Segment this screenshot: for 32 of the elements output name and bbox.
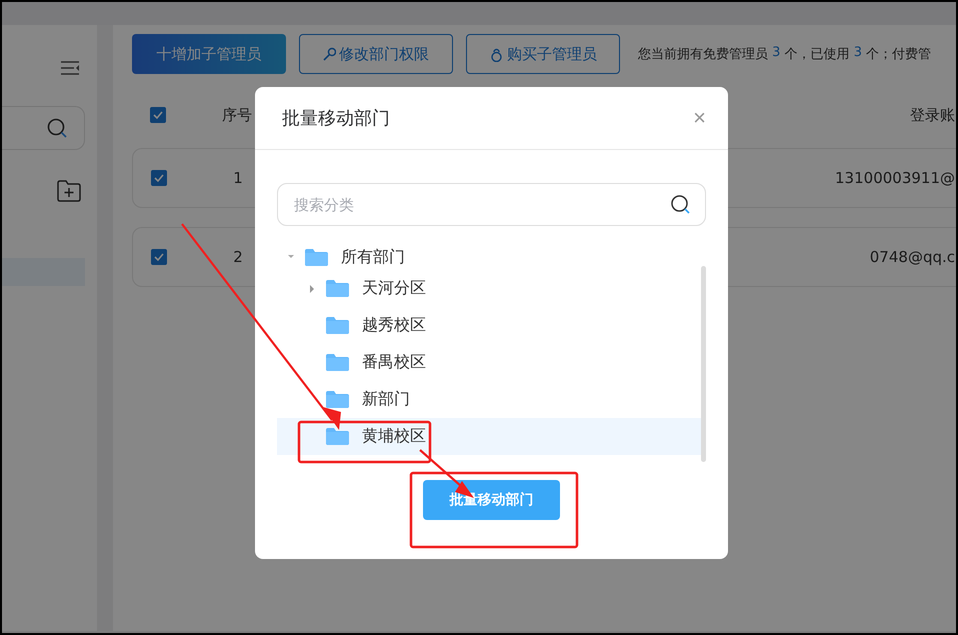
tree-item[interactable]: 越秀校区 — [277, 307, 701, 344]
search-field[interactable]: 搜索分类 — [277, 183, 706, 226]
scrollbar[interactable] — [701, 266, 706, 462]
search-icon — [671, 195, 690, 214]
quota-notice: 您当前拥有免费管理员 3 个，已使用 3 个；付费管 — [638, 45, 932, 63]
tree-item[interactable]: 黄埔校区 — [277, 418, 701, 455]
column-header: 序号 — [222, 106, 252, 124]
folder-icon — [326, 280, 349, 297]
caret-icon[interactable] — [308, 284, 316, 294]
tree-item[interactable]: 新部门 — [277, 381, 701, 418]
checkbox[interactable] — [151, 249, 167, 265]
table-cell: 13100003911@ — [835, 169, 956, 187]
tree-item[interactable]: 天河分区 — [277, 270, 701, 307]
search-field[interactable] — [2, 106, 85, 150]
tree-item[interactable]: 所有部门 — [277, 244, 701, 270]
table-cell-text: 1 — [232, 169, 244, 187]
folder-icon — [326, 354, 349, 371]
table-cell-text: 2 — [232, 248, 244, 266]
folder-icon — [326, 391, 349, 408]
folder-icon — [305, 248, 328, 266]
table-cell: 0748@qq.c — [870, 248, 956, 266]
checkbox[interactable] — [150, 107, 166, 123]
search-icon — [47, 118, 67, 138]
tree-item[interactable]: 番禺校区 — [277, 344, 701, 381]
key-icon — [323, 47, 336, 61]
folder-icon — [326, 428, 349, 445]
dialog-title: 批量移动部门 — [282, 107, 391, 130]
checkbox[interactable] — [151, 170, 167, 186]
folder-plus-icon[interactable] — [57, 180, 81, 202]
folder-icon — [326, 317, 349, 334]
column-header: 登录账 — [910, 106, 956, 124]
menu-icon[interactable] — [60, 60, 80, 76]
